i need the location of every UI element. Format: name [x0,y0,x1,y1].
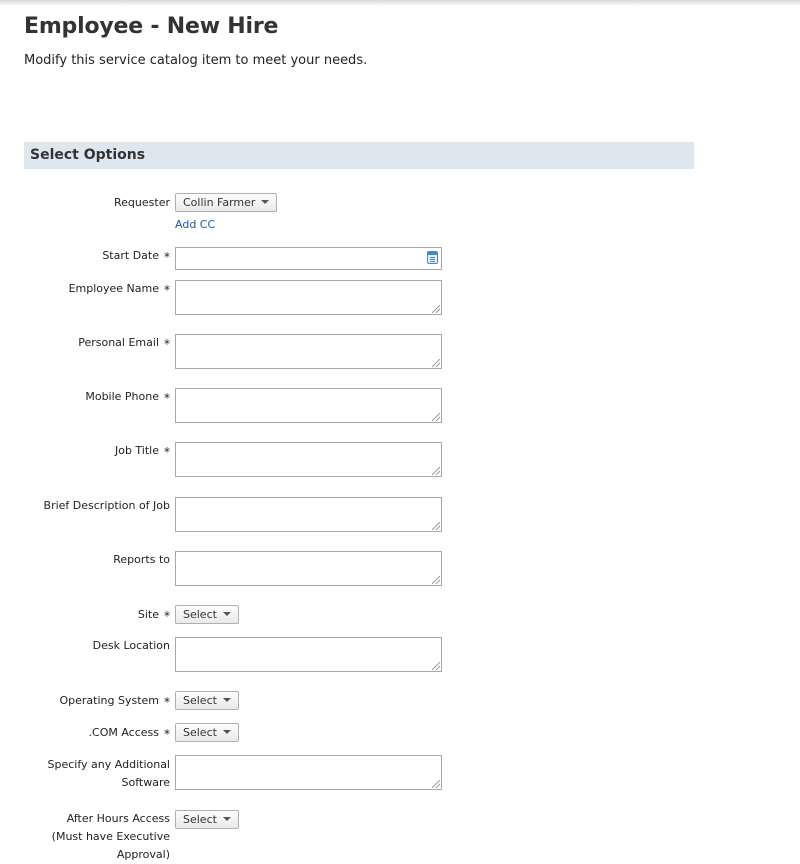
brief-description-label: Brief Description of Job [43,499,170,512]
site-select-value: Select [183,608,217,621]
personal-email-label: Personal Email [78,336,159,349]
requester-select[interactable]: Collin Farmer [175,193,278,212]
employee-name-label: Employee Name [68,282,159,295]
chevron-down-icon [222,612,231,616]
page-subtitle: Modify this service catalog item to meet… [24,53,368,68]
additional-software-label: Specify any Additional Software [47,758,170,789]
required-marker: * [164,283,170,297]
add-cc-link[interactable]: Add CC [175,218,215,231]
required-marker: * [164,695,170,709]
personal-email-field[interactable] [175,334,442,369]
desk-location-label: Desk Location [92,639,170,652]
required-marker: * [164,391,170,405]
section-header-select-options: Select Options [24,142,694,169]
job-title-field[interactable] [175,442,442,477]
chevron-down-icon [222,817,231,821]
start-date-label: Start Date [102,249,159,262]
after-hours-access-label: After Hours Access (Must have Executive … [51,812,170,861]
required-marker: * [164,609,170,623]
required-marker: * [164,337,170,351]
additional-software-field[interactable] [175,755,442,790]
reports-to-field[interactable] [175,551,442,586]
chevron-down-icon [222,698,231,702]
mobile-phone-field[interactable] [175,388,442,423]
com-access-select[interactable]: Select [175,723,239,742]
job-title-label: Job Title [114,444,159,457]
required-marker: * [164,250,170,264]
requester-value: Collin Farmer [183,196,256,209]
requester-label: Requester [114,196,170,209]
required-marker: * [164,727,170,741]
operating-system-label: Operating System [59,694,159,707]
top-shadow [0,0,800,6]
start-date-field[interactable] [175,247,442,270]
chevron-down-icon [222,730,231,734]
employee-name-field[interactable] [175,280,442,315]
chevron-down-icon [261,200,270,204]
operating-system-select[interactable]: Select [175,691,239,710]
desk-location-field[interactable] [175,637,442,672]
site-label: Site [137,608,159,621]
after-hours-access-select-value: Select [183,813,217,826]
operating-system-select-value: Select [183,694,217,707]
page-title: Employee - New Hire [24,14,279,39]
calendar-icon[interactable] [427,251,438,264]
brief-description-field[interactable] [175,497,442,532]
com-access-label: .COM Access [88,726,159,739]
mobile-phone-label: Mobile Phone [85,390,159,403]
reports-to-label: Reports to [113,553,170,566]
com-access-select-value: Select [183,726,217,739]
after-hours-access-select[interactable]: Select [175,810,239,829]
site-select[interactable]: Select [175,605,239,624]
required-marker: * [164,445,170,459]
